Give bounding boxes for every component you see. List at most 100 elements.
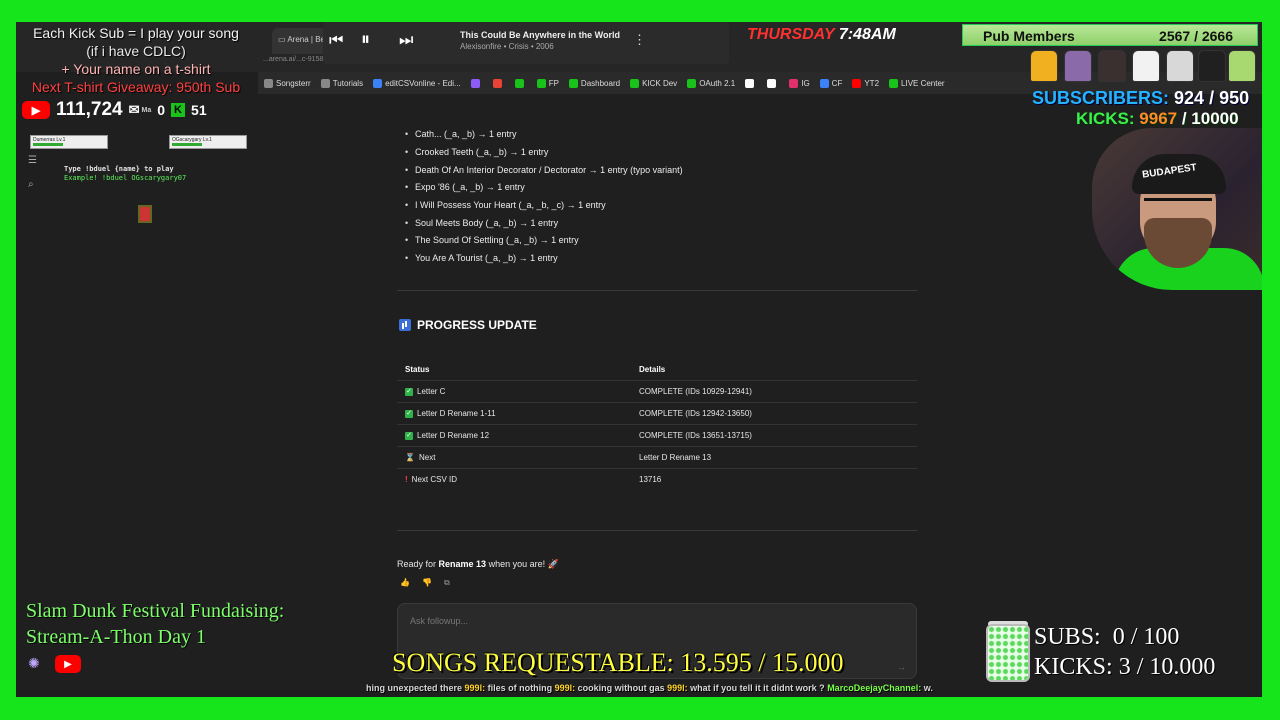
- kicks-current: 9967: [1139, 109, 1178, 128]
- check-icon: ✓: [405, 431, 413, 440]
- bookmark-item[interactable]: LIVE Center: [889, 78, 945, 88]
- kick-count: 51: [191, 102, 207, 118]
- ready-bold: Rename 13: [438, 559, 487, 569]
- list-item: Cath... (_a, _b) → 1 entry: [405, 129, 517, 139]
- player-bar-1: Dumerras Lv.1: [30, 135, 108, 149]
- bookmark-item[interactable]: Songsterr: [264, 78, 311, 88]
- media-title: This Could Be Anywhere in the World: [460, 30, 621, 40]
- time-label: 7:48AM: [838, 26, 896, 43]
- goals-bottom: SUBS: 0 / 100 KICKS: 3 / 10.000: [1034, 622, 1215, 682]
- status-text: Next CSV ID: [411, 475, 458, 484]
- ticker-message: cooking without gas: [577, 683, 665, 693]
- status-cell: ⌛ Next: [405, 453, 435, 462]
- progress-heading: PROGRESS UPDATE: [399, 318, 537, 332]
- list-item: Death Of An Interior Decorator / Dectora…: [405, 165, 683, 175]
- follower-counters: ▶ 111,724 ✉ Ma 0 K 51: [22, 99, 207, 121]
- tshirt-icon: [1098, 50, 1126, 82]
- bookmark-label: LIVE Center: [901, 78, 945, 88]
- table-row: ⌛ Next Letter D Rename 13: [397, 446, 917, 468]
- kicks-label: KICKS:: [1034, 654, 1113, 680]
- bookmark-item[interactable]: Dashboard: [568, 78, 620, 88]
- tshirt-icon: [1064, 50, 1092, 82]
- fundraiser-line-1: Slam Dunk Festival Fundaising:: [26, 600, 285, 622]
- check-icon: ✓: [405, 409, 413, 418]
- sparkle-icon: ✺: [28, 655, 40, 671]
- search-icon[interactable]: ⌕: [28, 179, 34, 190]
- bookmark-item[interactable]: KICK Dev: [630, 78, 677, 88]
- table-row: ✓ Letter D Rename 12 COMPLETE (IDs 13651-…: [397, 424, 917, 446]
- bookmark-item[interactable]: [745, 78, 757, 88]
- subscribers-label: SUBSCRIBERS:: [1032, 88, 1170, 108]
- bookmark-item[interactable]: OAuth 2.1: [687, 78, 735, 88]
- kicks-value: 3 / 10.000: [1118, 654, 1216, 680]
- bookmark-item[interactable]: YT2: [852, 78, 880, 88]
- status-text: Letter C: [417, 387, 446, 396]
- list-item: You Are A Tourist (_a, _b) → 1 entry: [405, 253, 558, 263]
- songs-requestable: SONGS REQUESTABLE: 13.595 / 15.000: [392, 648, 844, 677]
- bookmark-item[interactable]: IG: [789, 78, 810, 88]
- ready-suffix: when you are! 🚀: [486, 559, 559, 569]
- divider: [397, 290, 917, 291]
- list-item: Soul Meets Body (_a, _b) → 1 entry: [405, 218, 558, 228]
- ticker-user: 999l:: [667, 683, 688, 693]
- bookmark-label: Tutorials: [332, 78, 364, 88]
- bookmark-item[interactable]: [514, 78, 527, 88]
- copy-icon[interactable]: ⧉: [444, 578, 450, 588]
- youtube-icon: ▶: [55, 655, 81, 673]
- tshirt-icon: [1132, 50, 1160, 82]
- bookmark-item[interactable]: [492, 78, 505, 88]
- ticker-message: hing unexpected there: [366, 683, 463, 693]
- status-cell: ! Next CSV ID: [405, 475, 457, 484]
- bookmark-item[interactable]: CF: [819, 78, 843, 88]
- bookmark-icon: [264, 78, 273, 88]
- table-header-details: Details: [639, 365, 666, 374]
- media-controls: ⏮ ⏸ ⏭ This Could Be Anywhere in the Worl…: [323, 22, 729, 64]
- skip-next-icon[interactable]: ⏭: [399, 32, 413, 50]
- mail-label: Ma: [141, 106, 152, 114]
- bookmark-item[interactable]: [470, 78, 483, 88]
- thumbs-down-icon[interactable]: 👎: [422, 578, 432, 588]
- menu-icon[interactable]: ☰: [28, 155, 37, 166]
- bookmark-label: editCSVonline - Edi...: [385, 78, 461, 88]
- skip-previous-icon[interactable]: ⏮: [329, 32, 343, 50]
- tshirt-icon: [1198, 50, 1226, 82]
- details-cell: 13716: [639, 475, 662, 484]
- green-frame-left: [0, 0, 16, 720]
- followup-input[interactable]: [410, 616, 710, 626]
- bookmark-item[interactable]: FP: [536, 78, 559, 88]
- bookmark-icon: [819, 78, 829, 88]
- bookmark-item[interactable]: Tutorials: [320, 78, 364, 88]
- thumbs-up-icon[interactable]: 👍: [400, 578, 410, 588]
- kicks-goal: KICKS: 9967 / 10000: [1076, 109, 1239, 129]
- send-icon[interactable]: →: [897, 662, 906, 672]
- list-item: The Sound Of Settling (_a, _b) → 1 entry: [405, 235, 579, 245]
- youtube-icon: ▶: [22, 101, 50, 119]
- details-cell: Letter D Rename 13: [639, 453, 712, 462]
- duel-line-1: Type !bduel {name} to play: [64, 165, 174, 173]
- bookmark-label: CF: [831, 78, 843, 88]
- bookmark-icon: [320, 78, 330, 88]
- browser-tab[interactable]: ▭ Arena | Be: [272, 28, 328, 54]
- bookmark-item[interactable]: editCSVonline - Edi...: [373, 78, 461, 88]
- bookmark-icon: [852, 78, 862, 88]
- progress-heading-text: PROGRESS UPDATE: [417, 318, 537, 332]
- bar-chart-icon: [399, 319, 411, 331]
- tab-label: Arena | Be: [287, 35, 325, 44]
- pause-icon[interactable]: ⏸: [361, 29, 370, 50]
- divider: [397, 530, 917, 531]
- status-cell: ✓ Letter D Rename 12: [405, 431, 489, 440]
- status-text: Letter D Rename 12: [417, 431, 490, 440]
- ticker-message: files of nothing: [487, 683, 553, 693]
- more-options-icon[interactable]: ⋮: [633, 32, 646, 48]
- bookmark-item[interactable]: [767, 78, 779, 88]
- tshirt-icon: [1228, 50, 1256, 82]
- tshirt-icon: [1030, 50, 1058, 82]
- player-bar-2: OGscarygary Lv.1: [169, 135, 247, 149]
- kick-icon: K: [171, 103, 186, 117]
- check-icon: ✓: [405, 387, 413, 396]
- player2-health: [172, 143, 202, 146]
- subscribers-goal: SUBSCRIBERS: 924 / 950: [1032, 88, 1249, 109]
- tab-icon: ▭: [278, 35, 288, 44]
- bookmark-label: YT2: [864, 78, 880, 88]
- kick-sub-promo: Each Kick Sub = I play your song (if i h…: [16, 24, 256, 96]
